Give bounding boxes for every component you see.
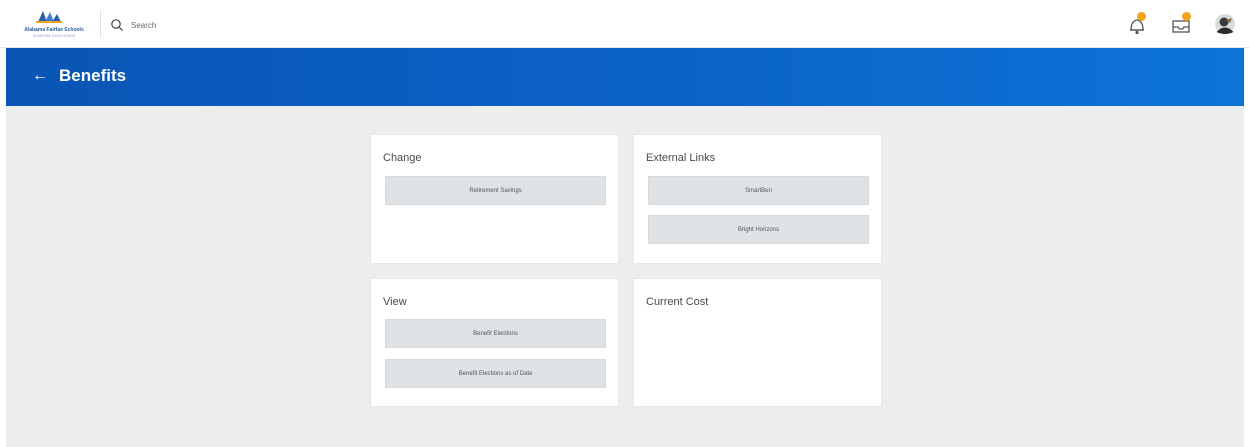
logo-subtitle: ACADEMIC EXCELLENCE <box>32 34 76 38</box>
benefit-elections-button[interactable]: Benefit Elections <box>385 319 606 348</box>
smartben-button[interactable]: SmartBen <box>648 176 869 205</box>
card-title: Change <box>383 152 422 164</box>
notifications-badge <box>1137 12 1146 21</box>
current-cost-card: Current Cost <box>633 278 882 407</box>
topbar-divider <box>100 10 101 38</box>
search-input[interactable] <box>131 20 291 30</box>
notifications-button[interactable] <box>1125 12 1149 36</box>
top-navigation-bar: Alabama Fairfax Schools ACADEMIC EXCELLE… <box>0 0 1249 48</box>
inbox-button[interactable] <box>1170 12 1194 36</box>
main-content: Change Retirement Savings External Links… <box>6 106 1244 447</box>
search-box[interactable] <box>110 15 310 35</box>
change-card: Change Retirement Savings <box>370 134 619 264</box>
page-title: Benefits <box>59 66 127 85</box>
card-title: External Links <box>646 152 716 164</box>
inbox-badge <box>1182 12 1191 21</box>
card-title: Current Cost <box>646 296 709 308</box>
logo-name: Alabama Fairfax Schools <box>24 27 84 33</box>
bright-horizons-button[interactable]: Bright Horizons <box>648 215 869 244</box>
profile-avatar[interactable] <box>1213 12 1237 36</box>
search-icon <box>111 19 123 31</box>
logo-mark-icon <box>36 11 62 23</box>
retirement-savings-button[interactable]: Retirement Savings <box>385 176 606 205</box>
avatar-icon <box>1215 14 1235 34</box>
external-links-card: External Links SmartBen Bright Horizons <box>633 134 882 264</box>
back-arrow-icon[interactable]: ← <box>32 66 48 86</box>
benefit-elections-as-of-date-button[interactable]: Benefit Elections as of Date <box>385 359 606 388</box>
organization-logo[interactable]: Alabama Fairfax Schools ACADEMIC EXCELLE… <box>16 8 92 40</box>
page-header: ← Benefits <box>6 48 1244 106</box>
view-card: View Benefit Elections Benefit Elections… <box>370 278 619 407</box>
card-title: View <box>383 296 407 308</box>
